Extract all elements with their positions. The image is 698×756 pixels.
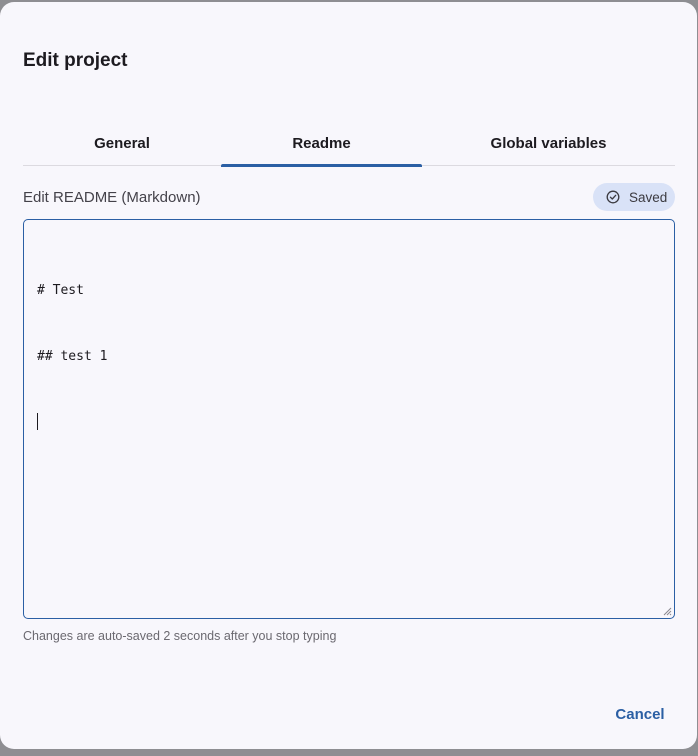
- editor-line: ## test 1: [37, 349, 108, 364]
- cancel-button[interactable]: Cancel: [605, 699, 675, 729]
- tab-global-variables[interactable]: Global variables: [422, 120, 675, 166]
- tab-bar: General Readme Global variables: [23, 120, 675, 167]
- saved-status-label: Saved: [629, 189, 668, 205]
- resize-handle-icon[interactable]: [662, 606, 672, 616]
- tab-general[interactable]: General: [23, 120, 221, 166]
- tab-readme[interactable]: Readme: [221, 120, 422, 167]
- editor-line: # Test: [37, 283, 84, 298]
- readme-textarea[interactable]: # Test ## test 1: [23, 219, 675, 619]
- check-circle-icon: [606, 190, 620, 204]
- dialog-title: Edit project: [23, 50, 128, 71]
- saved-status-badge: Saved: [593, 183, 675, 211]
- readme-editor-label: Edit README (Markdown): [23, 189, 201, 206]
- editor-line-current: [37, 412, 661, 434]
- edit-project-dialog: Edit project General Readme Global varia…: [0, 2, 697, 749]
- text-caret: [37, 413, 38, 430]
- autosave-hint: Changes are auto-saved 2 seconds after y…: [23, 629, 337, 643]
